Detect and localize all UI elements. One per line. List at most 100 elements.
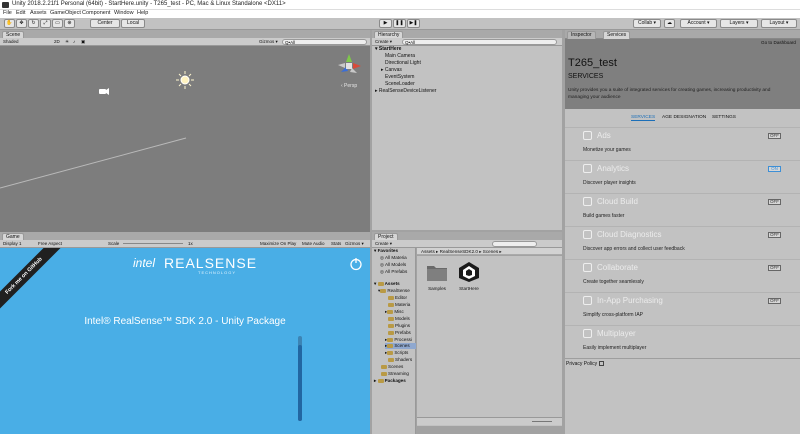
rotate-tool-icon[interactable]: ↻ bbox=[28, 19, 39, 28]
tree-item[interactable]: ◎ All Prefabs bbox=[380, 269, 407, 275]
hierarchy-item[interactable]: Directional Light bbox=[385, 60, 421, 66]
step-button[interactable]: ▶❚ bbox=[407, 19, 420, 28]
move-tool-icon[interactable]: ✥ bbox=[16, 19, 27, 28]
favorites-folder[interactable]: ▾ Favorites bbox=[374, 248, 398, 254]
pivot-center-button[interactable]: Center bbox=[90, 19, 120, 28]
scale-slider-track[interactable] bbox=[123, 243, 183, 244]
project-breadcrumb[interactable]: Assets ▸ RealSenseSDK2.0 ▸ Scenes ▸ bbox=[417, 248, 562, 255]
tree-item[interactable]: Streaming bbox=[381, 371, 409, 376]
perspective-label[interactable]: ‹ Persp bbox=[341, 83, 357, 89]
shading-mode-dropdown[interactable]: Shaded bbox=[3, 39, 19, 45]
menu-edit[interactable]: Edit bbox=[16, 10, 25, 16]
scene-root-item[interactable]: ▾ StartHere bbox=[375, 46, 401, 52]
github-fork-banner[interactable]: Fork me on GitHub bbox=[0, 248, 64, 316]
menu-component[interactable]: Component bbox=[82, 10, 110, 16]
hierarchy-search-input[interactable]: Q•All bbox=[402, 39, 557, 45]
lighting-toggle-icon[interactable]: ☀ bbox=[65, 39, 69, 45]
service-cloud-diagnostics[interactable]: Cloud Diagnostics Discover app errors an… bbox=[565, 226, 800, 259]
tree-item[interactable]: Materia bbox=[388, 302, 410, 307]
project-create-dropdown[interactable]: Create ▾ bbox=[375, 241, 392, 247]
game-viewport[interactable]: Fork me on GitHub intel REALSENSE TECHNO… bbox=[0, 248, 370, 434]
aspect-dropdown[interactable]: Free Aspect bbox=[38, 241, 62, 247]
pause-button[interactable]: ❚❚ bbox=[393, 19, 406, 28]
scale-tool-icon[interactable]: ⤢ bbox=[40, 19, 51, 28]
hierarchy-create-dropdown[interactable]: Create ▾ bbox=[375, 39, 392, 45]
subtab-settings[interactable]: SETTINGS bbox=[712, 115, 736, 120]
service-multiplayer[interactable]: Multiplayer Easily implement multiplayer bbox=[565, 325, 800, 358]
power-icon[interactable] bbox=[349, 257, 363, 271]
audio-toggle-icon[interactable]: ♪ bbox=[73, 39, 75, 45]
game-gizmos-dropdown[interactable]: Gizmos ▾ bbox=[345, 241, 364, 247]
tree-item[interactable]: ◎ All Materia bbox=[380, 255, 407, 261]
scene-viewport[interactable]: ‹ Persp bbox=[0, 46, 370, 232]
mode-2d-toggle[interactable]: 2D bbox=[54, 39, 60, 45]
tree-item-selected[interactable]: ▸ Scenes bbox=[385, 343, 416, 349]
menu-help[interactable]: Help bbox=[137, 10, 148, 16]
subtab-age-designation[interactable]: AGE DESIGNATION bbox=[662, 115, 706, 120]
hierarchy-item[interactable]: SceneLoader bbox=[385, 81, 415, 87]
tree-item[interactable]: Prefabs bbox=[388, 330, 411, 335]
menu-gameobject[interactable]: GameObject bbox=[50, 10, 81, 16]
analytics-toggle[interactable]: ON bbox=[768, 166, 781, 172]
service-ads[interactable]: Ads Monetize your games OFF bbox=[565, 127, 800, 160]
hierarchy-item[interactable]: Main Camera bbox=[385, 53, 415, 59]
menu-file[interactable]: File bbox=[3, 10, 12, 16]
tree-item[interactable]: Plugins bbox=[388, 323, 410, 328]
tree-item[interactable]: ▾ RealSense bbox=[378, 288, 410, 294]
services-intro: Unity provides you a suite of integrated… bbox=[568, 88, 771, 100]
display-dropdown[interactable]: Display 1 bbox=[3, 241, 22, 247]
scene-search-input[interactable]: Q•All bbox=[282, 39, 367, 45]
service-collaborate[interactable]: Collaborate Create together seamlessly O… bbox=[565, 259, 800, 292]
hierarchy-item[interactable]: EventSystem bbox=[385, 74, 414, 80]
tab-services[interactable]: Services bbox=[603, 31, 631, 39]
game-control-bar: Display 1 Free Aspect Scale 1x Maximize … bbox=[0, 240, 370, 248]
layers-dropdown[interactable]: Layers ▾ bbox=[720, 19, 758, 28]
icon-size-slider[interactable] bbox=[532, 421, 552, 422]
vertical-slider-track[interactable] bbox=[298, 336, 302, 421]
mute-audio-toggle[interactable]: Mute Audio bbox=[302, 241, 325, 247]
maximize-on-play-toggle[interactable]: Maximize On Play bbox=[260, 241, 296, 247]
play-button[interactable]: ▶ bbox=[379, 19, 392, 28]
pivot-local-button[interactable]: Local bbox=[121, 19, 145, 28]
tree-item[interactable]: Models bbox=[388, 316, 410, 321]
in-app-purchasing-toggle[interactable]: OFF bbox=[768, 298, 781, 304]
hierarchy-item[interactable]: ▸ RealSenseDeviceListener bbox=[375, 88, 436, 94]
menu-window[interactable]: Window bbox=[114, 10, 134, 16]
effects-toggle-icon[interactable]: ▣ bbox=[81, 39, 85, 45]
project-search-input[interactable] bbox=[492, 241, 537, 247]
go-to-dashboard-link[interactable]: Go to Dashboard bbox=[761, 40, 796, 45]
assets-folder[interactable]: ▾ Assets bbox=[374, 281, 400, 287]
service-in-app-purchasing[interactable]: In-App Purchasing Simplify cross-platfor… bbox=[565, 292, 800, 325]
cloud-build-toggle[interactable]: OFF bbox=[768, 199, 781, 205]
cloud-diagnostics-toggle[interactable]: OFF bbox=[768, 232, 781, 238]
samples-folder-item[interactable] bbox=[425, 261, 449, 283]
rect-tool-icon[interactable]: ▭ bbox=[52, 19, 63, 28]
unity-scene-icon bbox=[459, 262, 479, 282]
transform-tool-icon[interactable]: ⊕ bbox=[64, 19, 75, 28]
scene-gizmos-dropdown[interactable]: Gizmos ▾ bbox=[259, 39, 278, 45]
tree-item[interactable]: Editor bbox=[388, 295, 407, 300]
hierarchy-item[interactable]: ▸ Canvas bbox=[381, 67, 402, 73]
layout-dropdown[interactable]: Layout ▾ bbox=[761, 19, 797, 28]
tab-inspector[interactable]: Inspector bbox=[567, 31, 596, 39]
collaborate-toggle[interactable]: OFF bbox=[768, 265, 781, 271]
service-analytics[interactable]: Analytics Discover player insights ON bbox=[565, 160, 800, 193]
packages-folder[interactable]: ▸ Packages bbox=[374, 378, 406, 384]
stats-toggle[interactable]: Stats bbox=[331, 241, 341, 247]
collab-dropdown[interactable]: Collab ▾ bbox=[633, 19, 661, 28]
tree-item[interactable]: Scenes bbox=[381, 364, 403, 369]
scene-orientation-gizmo-icon bbox=[338, 54, 361, 73]
tree-item[interactable]: ▸ Scripts bbox=[385, 350, 408, 356]
privacy-policy-link[interactable]: Privacy Policy bbox=[566, 361, 604, 367]
cloud-icon[interactable]: ☁ bbox=[664, 19, 675, 28]
menu-assets[interactable]: Assets bbox=[30, 10, 47, 16]
account-dropdown[interactable]: Account ▾ bbox=[680, 19, 717, 28]
subtab-services[interactable]: SERVICES bbox=[631, 115, 656, 121]
tree-item[interactable]: ▸ Misc bbox=[385, 309, 404, 315]
service-cloud-build[interactable]: Cloud Build Build games faster OFF bbox=[565, 193, 800, 226]
ads-toggle[interactable]: OFF bbox=[768, 133, 781, 139]
tree-item[interactable]: Shaders bbox=[388, 357, 412, 362]
tree-item[interactable]: ◎ All Models bbox=[380, 262, 406, 268]
hand-tool-icon[interactable]: ✋ bbox=[4, 19, 15, 28]
starthere-scene-item[interactable] bbox=[457, 261, 481, 283]
